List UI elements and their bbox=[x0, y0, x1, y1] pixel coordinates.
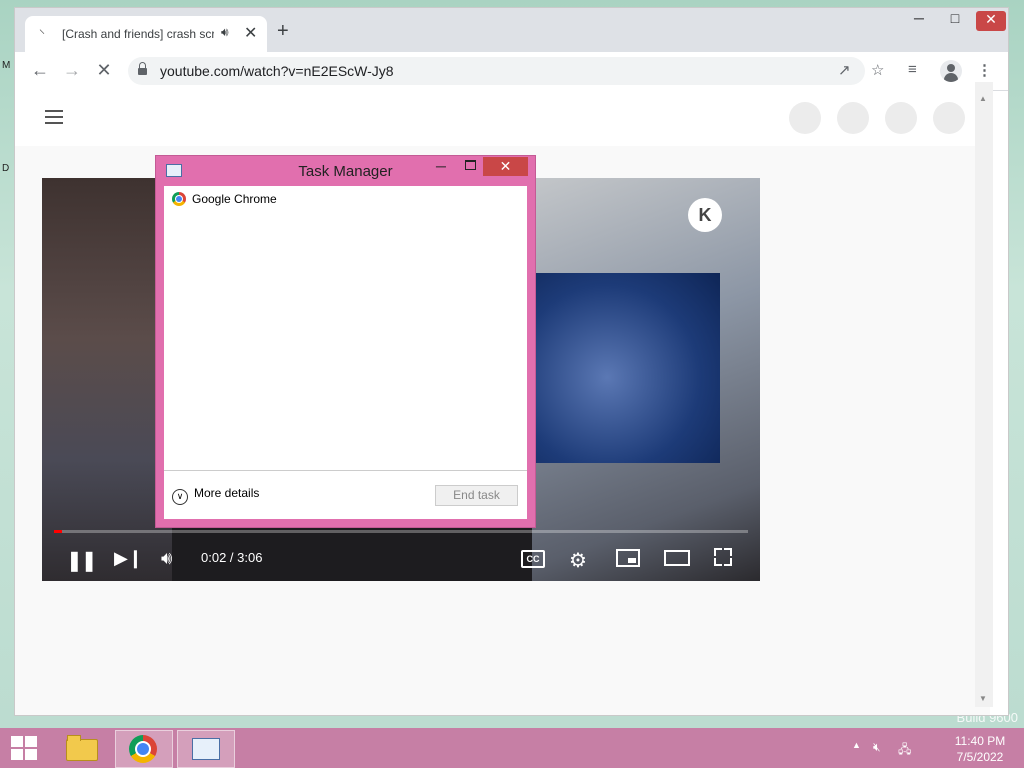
progress-bar[interactable] bbox=[54, 530, 748, 533]
lock-icon[interactable] bbox=[138, 62, 147, 75]
logo-badge: K bbox=[688, 198, 722, 232]
window-close-button[interactable]: ✕ bbox=[976, 11, 1006, 31]
taskbar-explorer[interactable] bbox=[53, 730, 109, 766]
stop-icon[interactable]: ✕ bbox=[92, 60, 116, 81]
taskbar-chrome[interactable] bbox=[115, 730, 173, 768]
url-text[interactable]: youtube.com/watch?v=nE2EScW-Jy8 bbox=[160, 63, 394, 79]
miniplayer-icon[interactable] bbox=[616, 549, 640, 567]
task-manager-window: Task Manager ─ ✕ Google Chrome ∨ More det… bbox=[156, 156, 535, 527]
hamburger-icon[interactable] bbox=[45, 110, 63, 124]
process-item[interactable]: Google Chrome bbox=[172, 192, 277, 206]
share-icon[interactable]: ↗ bbox=[838, 61, 851, 79]
scroll-down-icon[interactable]: ▼ bbox=[979, 694, 987, 703]
browser-tab[interactable]: ⸌ [Crash and friends] crash scr 🔊︎ ✕ bbox=[25, 16, 267, 52]
star-icon[interactable]: ☆ bbox=[871, 61, 884, 79]
tm-minimize-button[interactable]: ─ bbox=[436, 158, 446, 174]
header-placeholder-circle[interactable] bbox=[933, 102, 965, 134]
tm-maximize-button[interactable] bbox=[465, 160, 476, 170]
network-icon[interactable]: 🖧︎ bbox=[898, 740, 911, 761]
menu-icon[interactable]: ⋮ bbox=[977, 61, 992, 79]
taskbar-task-manager[interactable] bbox=[177, 730, 235, 768]
tab-strip: ⸌ [Crash and friends] crash scr 🔊︎ ✕ + ─… bbox=[15, 8, 1008, 52]
header-placeholder-circle[interactable] bbox=[789, 102, 821, 134]
minimize-button[interactable]: ─ bbox=[900, 10, 938, 32]
page-scrollbar[interactable]: ▲ ▼ bbox=[975, 82, 993, 707]
cc-icon[interactable]: CC bbox=[521, 550, 545, 568]
header-placeholder-circle[interactable] bbox=[885, 102, 917, 134]
video-frame-screen bbox=[532, 273, 720, 463]
chrome-icon bbox=[172, 192, 186, 206]
progress-fill bbox=[54, 530, 62, 533]
volume-muted-icon[interactable]: 🔇︎ bbox=[873, 740, 881, 755]
task-manager-body: Google Chrome ∨ More details End task bbox=[164, 186, 527, 519]
volume-icon[interactable]: 🔊︎ bbox=[161, 548, 172, 569]
address-bar[interactable]: youtube.com/watch?v=nE2EScW-Jy8 ↗ ☆ bbox=[128, 57, 884, 85]
task-manager-icon bbox=[192, 738, 220, 760]
header-placeholder-circle[interactable] bbox=[837, 102, 869, 134]
desktop-edge-text: M bbox=[2, 60, 11, 71]
tab-title: [Crash and friends] crash scr bbox=[62, 27, 214, 41]
back-icon[interactable]: ← bbox=[28, 60, 52, 81]
desktop-edge-text: D bbox=[2, 163, 10, 174]
maximize-button[interactable]: □ bbox=[936, 10, 974, 32]
folder-icon bbox=[66, 735, 98, 761]
theater-mode-icon[interactable] bbox=[664, 550, 690, 566]
chevron-down-icon: ∨ bbox=[172, 489, 188, 505]
clock-time: 11:40 PM bbox=[954, 734, 1006, 748]
scroll-up-icon[interactable]: ▲ bbox=[979, 94, 987, 103]
pause-icon[interactable]: ❚❚ bbox=[66, 548, 97, 573]
browser-toolbar: ← → ✕ youtube.com/watch?v=nE2EScW-Jy8 ↗ … bbox=[15, 52, 1008, 91]
more-details-button[interactable]: ∨ More details bbox=[172, 486, 259, 505]
tray-chevron-up-icon[interactable]: ▲ bbox=[852, 740, 861, 750]
clock-date: 7/5/2022 bbox=[956, 750, 1004, 764]
forward-icon[interactable]: → bbox=[60, 60, 84, 81]
video-frame-left bbox=[42, 178, 172, 581]
throbber-icon: ⸌ bbox=[39, 27, 46, 41]
media-icon[interactable]: ≡ bbox=[908, 61, 917, 78]
audio-icon[interactable]: 🔊︎ bbox=[221, 25, 229, 40]
chrome-icon bbox=[129, 735, 157, 763]
time-display: 0:02 / 3:06 bbox=[201, 550, 263, 565]
new-tab-button[interactable]: + bbox=[277, 21, 289, 41]
tab-close-icon[interactable]: ✕ bbox=[244, 23, 257, 43]
youtube-header bbox=[15, 90, 990, 146]
end-task-button[interactable]: End task bbox=[435, 485, 518, 506]
settings-icon[interactable]: ⚙ bbox=[569, 548, 587, 573]
taskbar: ▲ 🔇︎ 🖧︎ 11:40 PM 7/5/2022 bbox=[0, 728, 1024, 768]
more-details-label: More details bbox=[194, 486, 260, 500]
start-button[interactable] bbox=[11, 736, 37, 760]
fullscreen-icon[interactable] bbox=[714, 548, 732, 566]
process-name: Google Chrome bbox=[192, 192, 277, 206]
next-icon[interactable]: ▶❙ bbox=[114, 548, 143, 569]
taskbar-clock[interactable]: 11:40 PM 7/5/2022 bbox=[945, 733, 1015, 765]
task-manager-footer: ∨ More details End task bbox=[164, 470, 527, 520]
tm-close-button[interactable]: ✕ bbox=[483, 157, 528, 176]
task-manager-title: Task Manager bbox=[298, 163, 393, 180]
profile-icon[interactable] bbox=[940, 60, 962, 82]
